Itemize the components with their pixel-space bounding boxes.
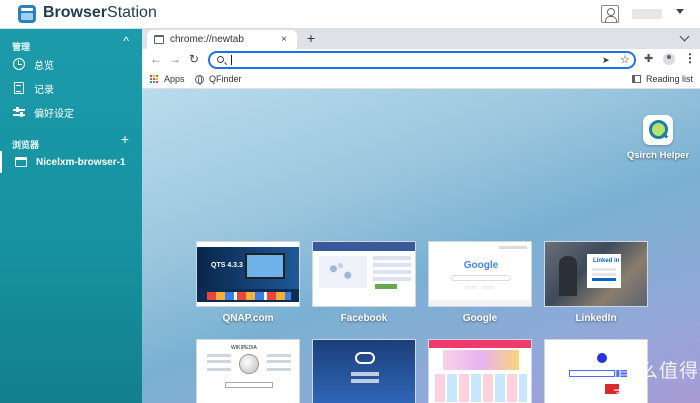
sidebar-item-label: Nicelxm-browser-1: [36, 156, 126, 168]
thumbnail-text: WIKIPEDIA: [231, 345, 257, 351]
reading-list-icon: [632, 75, 641, 83]
browserstation-logo-icon: [18, 5, 36, 23]
sidebar: 管理 ^ 总览 记录 偏好设定 浏览器 + Nicelxm-browser-1: [0, 29, 142, 403]
text-cursor: [231, 55, 232, 65]
add-browser-plus-icon[interactable]: +: [121, 131, 129, 147]
tile-cloud[interactable]: [312, 339, 416, 403]
apps-grid-icon: [150, 74, 159, 84]
tab-newtab[interactable]: chrome://newtab ×: [147, 30, 297, 49]
tile-facebook[interactable]: Facebook: [312, 241, 416, 324]
site-watermark: 值 么值得买: [612, 360, 700, 403]
sidebar-section-manage: 管理: [12, 42, 31, 52]
reading-list-label: Reading list: [646, 74, 694, 84]
new-tab-button[interactable]: +: [302, 30, 320, 46]
tile-wikipedia[interactable]: WIKIPEDIA: [196, 339, 300, 403]
tab-title: chrome://newtab: [170, 34, 244, 45]
thumbnail-text: QTS 4.3.3: [211, 262, 243, 269]
bookmark-apps[interactable]: Apps: [150, 74, 185, 84]
tile-shopping[interactable]: [428, 339, 532, 403]
tab-search-chevron-icon[interactable]: [679, 31, 690, 42]
browser-viewport: chrome://newtab × + ← → ↻ ➤ ☆ ✚ ⋮ Apps Q…: [142, 29, 700, 403]
sliders-icon: [12, 105, 26, 119]
extensions-puzzle-icon[interactable]: ✚: [644, 52, 653, 65]
tab-strip: chrome://newtab × +: [142, 29, 700, 49]
tile-label: Facebook: [340, 313, 388, 324]
bookmark-label: Apps: [164, 74, 185, 84]
thumbnail-text: Google: [463, 260, 499, 271]
sidebar-item-overview[interactable]: 总览: [0, 53, 142, 75]
tile-label: LinkedIn: [575, 313, 617, 324]
app-title: BrowserStation: [43, 4, 157, 22]
user-menu-chevron-icon[interactable]: [676, 9, 684, 14]
profile-avatar-icon[interactable]: [663, 53, 675, 65]
browser-toolbar: ← → ↻ ➤ ☆ ✚ ⋮: [142, 49, 700, 71]
sidebar-item-label: 偏好设定: [34, 108, 74, 120]
tile-thumbnail: [312, 339, 416, 403]
tile-thumbnail: WIKIPEDIA: [196, 339, 300, 403]
tile-label: QNAP.com: [222, 313, 274, 324]
sidebar-item-preferences[interactable]: 偏好设定: [0, 101, 142, 123]
send-arrow-icon[interactable]: ➤: [602, 55, 610, 66]
address-input[interactable]: [230, 54, 590, 67]
tile-thumbnail: QTS 4.3.3: [196, 241, 300, 307]
reading-list-button[interactable]: Reading list: [632, 74, 693, 84]
sidebar-item-browser-1[interactable]: Nicelxm-browser-1: [0, 151, 142, 173]
globe-icon: [195, 74, 204, 85]
sidebar-section-browsers: 浏览器: [12, 140, 40, 150]
user-avatar-icon[interactable]: [601, 5, 619, 23]
window-icon: [14, 155, 28, 169]
tile-google[interactable]: Google Google: [428, 241, 532, 324]
tab-close-icon[interactable]: ×: [277, 34, 291, 45]
bookmarks-bar: Apps QFinder Reading list: [142, 71, 700, 89]
reload-icon[interactable]: ↻: [186, 52, 202, 66]
bookmark-star-icon[interactable]: ☆: [620, 53, 630, 66]
collapse-manage-chevron-icon[interactable]: ^: [123, 34, 129, 48]
search-icon: [217, 56, 224, 63]
clock-icon: [12, 57, 26, 71]
tile-thumbnail: Google: [428, 241, 532, 307]
tile-label: Google: [462, 313, 498, 324]
sidebar-item-logs[interactable]: 记录: [0, 77, 142, 99]
tile-linkedin[interactable]: Linked in LinkedIn: [544, 241, 648, 324]
tile-qnap[interactable]: QTS 4.3.3 QNAP.com: [196, 241, 300, 324]
user-name-blurred[interactable]: [632, 9, 662, 19]
app-header: BrowserStation: [0, 0, 700, 29]
document-icon: [12, 81, 26, 95]
sidebar-item-label: 总览: [34, 60, 54, 72]
bookmark-qfinder[interactable]: QFinder: [195, 74, 242, 85]
menu-kebab-icon[interactable]: ⋮: [684, 51, 696, 65]
shortcut-label: Qsirch Helper: [626, 150, 690, 161]
qsirch-icon: [643, 115, 673, 145]
thumbnail-text: Linked in: [593, 258, 620, 264]
forward-arrow-icon[interactable]: →: [167, 52, 183, 66]
address-bar[interactable]: ➤ ☆: [208, 51, 636, 69]
tab-favicon-icon: [154, 35, 164, 44]
bookmark-label: QFinder: [209, 74, 242, 84]
tile-thumbnail: [428, 339, 532, 403]
tile-thumbnail: [312, 241, 416, 307]
shortcut-qsirch-helper[interactable]: Qsirch Helper: [620, 115, 696, 161]
app-title-bold: Browser: [43, 4, 108, 21]
app-title-thin: Station: [107, 4, 157, 21]
sidebar-item-label: 记录: [34, 84, 54, 96]
tile-thumbnail: Linked in: [544, 241, 648, 307]
back-arrow-icon[interactable]: ←: [148, 52, 164, 66]
